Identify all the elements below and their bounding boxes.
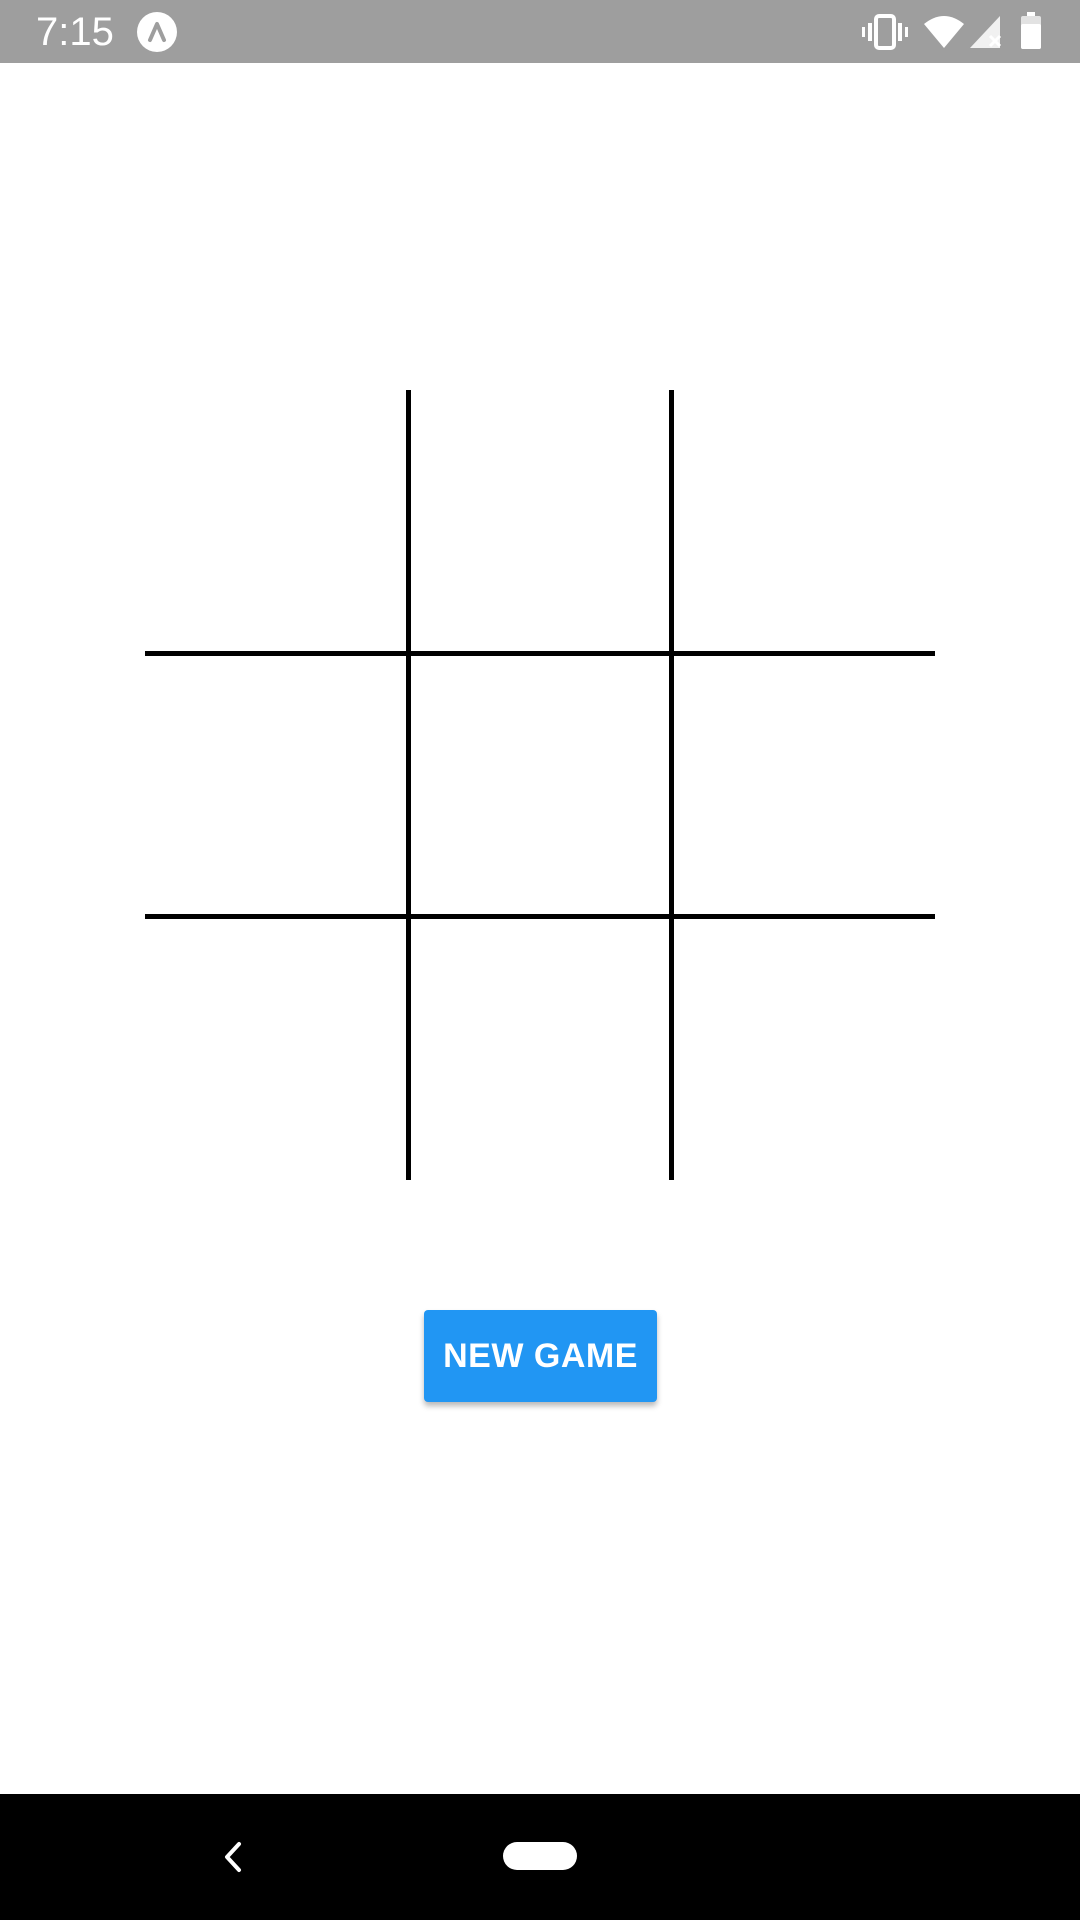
board-cell-1[interactable]	[145, 390, 406, 651]
status-bar: 7:15	[0, 0, 1080, 63]
wifi-icon	[924, 14, 964, 53]
home-pill-icon[interactable]	[503, 1842, 577, 1870]
board-cell-7[interactable]	[145, 919, 406, 1180]
battery-icon	[1020, 12, 1042, 55]
board-cell-3[interactable]	[674, 390, 935, 651]
board-cell-9[interactable]	[674, 919, 935, 1180]
board-cell-5[interactable]	[411, 656, 669, 914]
new-game-button[interactable]: NEW GAME	[424, 1310, 657, 1402]
cellular-no-signal-icon	[970, 14, 1004, 55]
board-cell-6[interactable]	[674, 656, 935, 914]
board-cell-8[interactable]	[411, 919, 669, 1180]
navigation-bar	[0, 1794, 1080, 1920]
board-cell-2[interactable]	[411, 390, 669, 651]
game-board	[145, 390, 935, 1180]
app-screen: 7:15 NEW GAME	[0, 0, 1080, 1920]
back-icon[interactable]	[213, 1834, 253, 1880]
vibrate-icon	[862, 14, 908, 55]
board-cell-4[interactable]	[145, 656, 406, 914]
app-notification-icon	[137, 12, 177, 52]
status-time: 7:15	[36, 10, 114, 54]
